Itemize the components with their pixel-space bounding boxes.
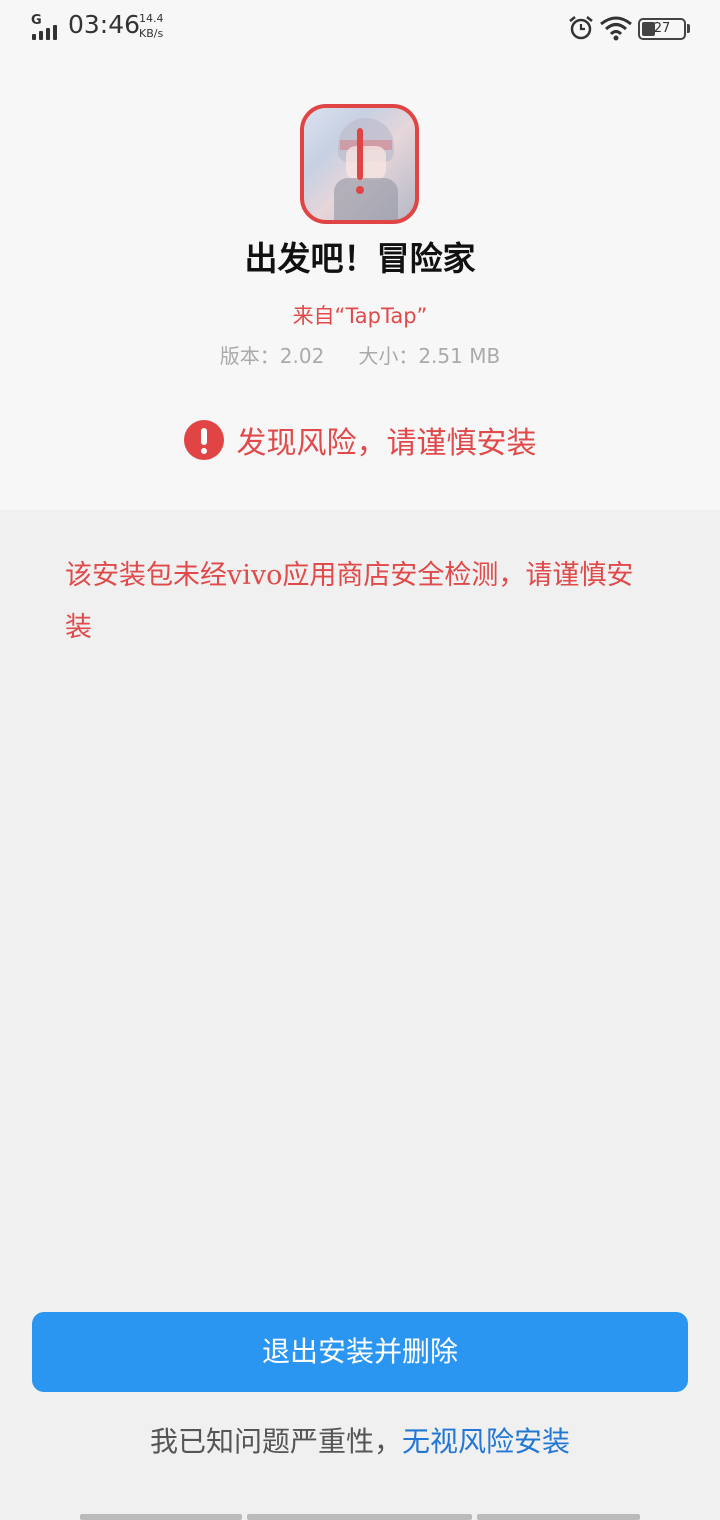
version-label: 版本： (219, 344, 280, 368)
app-name: 出发吧！冒险家 (244, 239, 476, 278)
net-speed: 14.4 KB/s (139, 11, 164, 41)
status-bar: G 03:46 14.4 KB/s 27 (0, 0, 720, 56)
version-value: 2.02 (279, 344, 325, 368)
signal-icon (32, 20, 62, 40)
risk-headline: 发现风险，请谨慎安装 (236, 426, 537, 461)
app-meta: 版本：2.02 大小：2.51 MB (0, 340, 720, 369)
size-label: 大小： (358, 344, 419, 368)
clock: 03:46 (68, 10, 141, 39)
size-value: 2.51 MB (418, 344, 501, 368)
net-speed-unit: KB/s (139, 27, 164, 40)
ignore-prefix: 我已知问题严重性， (149, 1425, 402, 1458)
risk-exclamation-icon (357, 128, 363, 180)
app-source: 来自“TapTap” (292, 304, 428, 328)
battery-tip (687, 24, 690, 33)
app-icon (300, 104, 419, 224)
ignore-risk-row: 我已知问题严重性，无视风险安装 (0, 1420, 720, 1460)
nav-bar-segment-left (80, 1514, 242, 1520)
warning-icon (183, 420, 224, 460)
risk-detail: 该安装包未经vivo应用商店安全检测，请谨慎安装 (65, 560, 634, 643)
ignore-risk-install-link[interactable]: 无视风险安装 (402, 1425, 570, 1458)
wifi-icon (600, 16, 632, 41)
nav-bar-segment-right (477, 1514, 640, 1520)
exit-and-delete-button[interactable]: 退出安装并删除 (32, 1312, 688, 1392)
nav-bar-segment-middle (247, 1514, 472, 1520)
battery-icon: 27 (638, 18, 686, 40)
risk-warning: 发现风险，请谨慎安装 (0, 418, 720, 466)
alarm-icon (569, 16, 593, 40)
battery-level: 27 (653, 21, 671, 36)
net-speed-value: 14.4 (139, 12, 164, 25)
